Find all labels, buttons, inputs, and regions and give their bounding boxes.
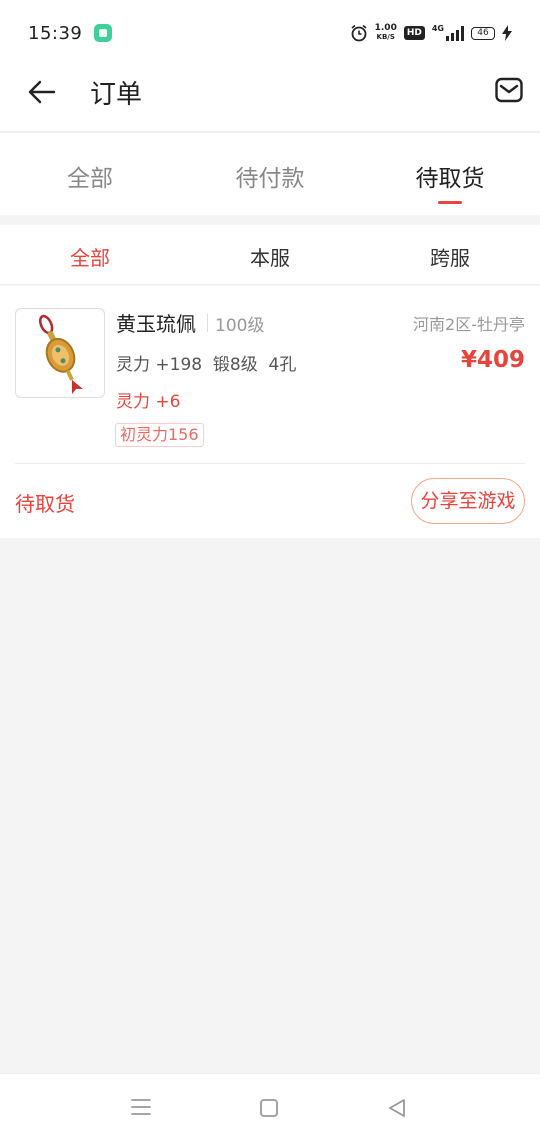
- item-tag: 初灵力156: [115, 423, 204, 447]
- subtab-cross-server[interactable]: 跨服: [360, 225, 540, 284]
- item-stats: 灵力 +198 锻8级 4孔: [116, 355, 297, 375]
- subtab-label: 跨服: [430, 246, 470, 270]
- subtab-all[interactable]: 全部: [0, 225, 180, 284]
- server-filter-tabs: 全部 本服 跨服: [0, 225, 540, 285]
- back-arrow-icon[interactable]: [26, 76, 58, 108]
- tab-pending-payment[interactable]: 待付款: [180, 133, 360, 215]
- item-bonus-attribute: 灵力 +6: [116, 392, 181, 412]
- jade-pendant-image: [38, 314, 83, 395]
- tab-label: 待付款: [235, 166, 305, 192]
- subtab-label: 本服: [250, 246, 290, 270]
- status-left: 15:39: [28, 22, 113, 44]
- net-speed-unit: KB/S: [376, 33, 395, 41]
- tab-all[interactable]: 全部: [0, 133, 180, 215]
- tab-pending-pickup[interactable]: 待取货: [360, 133, 540, 215]
- active-tab-indicator: [438, 201, 462, 204]
- tab-label: 待取货: [415, 166, 485, 192]
- tab-label: 全部: [67, 166, 113, 192]
- subtab-same-server[interactable]: 本服: [180, 225, 360, 284]
- system-nav-bar: [0, 1073, 540, 1140]
- header: 订单: [0, 66, 540, 132]
- charging-icon: [502, 25, 512, 41]
- status-time: 15:39: [28, 22, 83, 44]
- share-to-game-button[interactable]: 分享至游戏: [411, 478, 525, 524]
- divider: [207, 314, 208, 332]
- signal-icon: 4G: [432, 25, 464, 41]
- page-title: 订单: [90, 80, 143, 110]
- item-server: 河南2区-牡丹亭: [413, 315, 525, 334]
- mail-icon[interactable]: [494, 75, 524, 105]
- network-type: 4G: [431, 24, 444, 33]
- order-card[interactable]: 黄玉琉佩 100级 河南2区-牡丹亭 灵力 +198 锻8级 4孔 ¥409 灵…: [0, 286, 540, 538]
- status-right: 1.00 KB/S HD 4G 46: [350, 24, 512, 42]
- back-triangle-icon[interactable]: [386, 1097, 408, 1119]
- net-speed: 1.00 KB/S: [375, 24, 397, 42]
- hd-badge: HD: [403, 26, 425, 40]
- battery-icon: 46: [471, 26, 495, 40]
- item-price: ¥409: [460, 347, 525, 373]
- order-status-tabs: 全部 待付款 待取货: [0, 133, 540, 215]
- item-thumbnail: [15, 308, 105, 398]
- order-status: 待取货: [15, 492, 75, 516]
- menu-icon[interactable]: [130, 1098, 152, 1116]
- alarm-icon: [351, 24, 367, 42]
- item-level: 100级: [215, 316, 265, 336]
- net-speed-value: 1.00: [374, 23, 397, 33]
- app-notification-icon: [94, 24, 113, 42]
- status-bar: 15:39 1.00 KB/S HD 4G 46: [0, 0, 540, 66]
- subtab-label: 全部: [70, 246, 110, 270]
- home-icon[interactable]: [259, 1098, 279, 1118]
- item-name: 黄玉琉佩: [116, 312, 196, 336]
- divider: [15, 463, 525, 464]
